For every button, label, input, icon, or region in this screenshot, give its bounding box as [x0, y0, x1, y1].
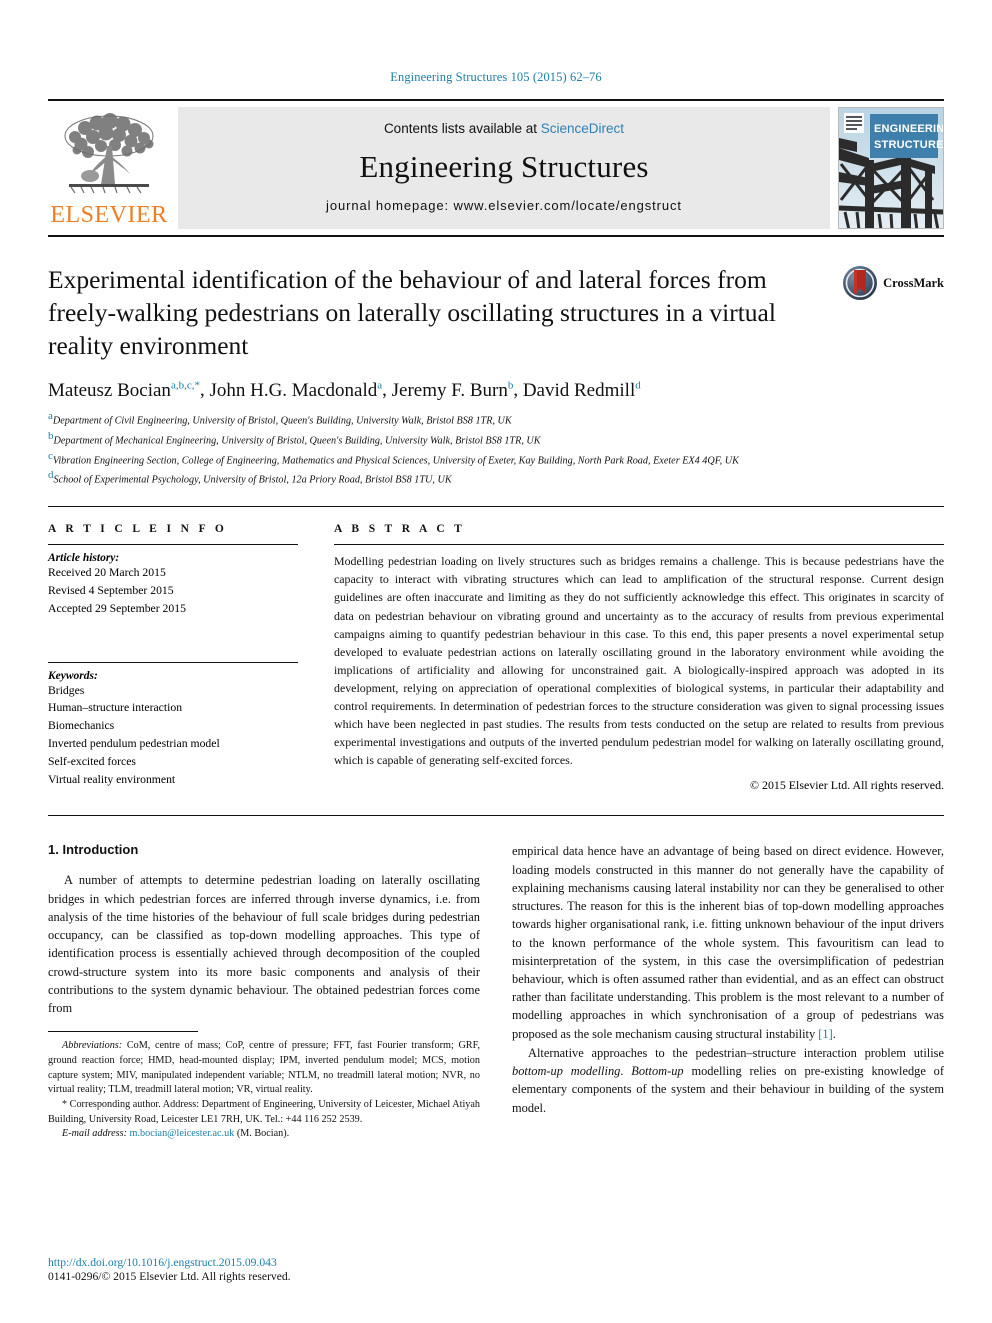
keyword-item: Self-excited forces	[48, 754, 136, 768]
footnote-abbreviations: Abbreviations: CoM, centre of mass; CoP,…	[48, 1039, 480, 1098]
history-received: Received 20 March 2015	[48, 566, 166, 580]
footer-doi-block: http://dx.doi.org/10.1016/j.engstruct.20…	[48, 1256, 478, 1283]
keywords-block: Keywords: Bridges Human–structure intera…	[48, 661, 298, 789]
abstract-text: Modelling pedestrian loading on lively s…	[334, 554, 944, 768]
footnote-divider	[48, 1031, 198, 1033]
author-list: Mateusz Bociana,b,c,*, John H.G. Macdona…	[48, 379, 641, 401]
doi-link[interactable]: http://dx.doi.org/10.1016/j.engstruct.20…	[48, 1256, 478, 1269]
journal-banner: Contents lists available at ScienceDirec…	[178, 107, 830, 229]
keywords-label: Keywords:	[48, 669, 98, 682]
history-revised: Revised 4 September 2015	[48, 584, 174, 598]
author-marks: b	[507, 379, 514, 392]
title-block: CrossMark Experimental identification of…	[48, 263, 944, 488]
abbreviations-label: Abbreviations:	[62, 1040, 123, 1052]
issn-copyright-line: 0141-0296/© 2015 Elsevier Ltd. All right…	[48, 1270, 291, 1283]
body-columns: 1. Introduction A number of attempts to …	[48, 842, 944, 1142]
author-name: Jeremy F. Burn	[391, 379, 508, 401]
article-info-rule	[48, 544, 298, 546]
cover-title-line2: STRUCTURES	[874, 139, 943, 151]
keyword-item: Virtual reality environment	[48, 772, 176, 786]
crossmark-badge[interactable]: CrossMark	[842, 265, 944, 301]
author-item: Mateusz Bociana,b,c,*	[48, 379, 200, 401]
footnote-email: E-mail address: m.bocian@leicester.ac.uk…	[48, 1127, 480, 1142]
email-label: E-mail address:	[62, 1128, 127, 1140]
article-history-label: Article history:	[48, 552, 120, 565]
running-head: Engineering Structures 105 (2015) 62–76	[390, 70, 602, 84]
keyword-item: Biomechanics	[48, 719, 115, 733]
keywords-rule	[48, 661, 298, 663]
affiliation-text: School of Experimental Psychology, Unive…	[53, 474, 452, 486]
paragraph: empirical data hence have an advantage o…	[512, 844, 944, 1041]
elsevier-tree-icon	[64, 113, 154, 194]
abstract-copyright: © 2015 Elsevier Ltd. All rights reserved…	[750, 778, 944, 793]
journal-title: Engineering Structures	[359, 149, 649, 184]
cover-title-line1: ENGINEERING	[874, 123, 943, 135]
section-title-introduction: 1. Introduction	[48, 842, 139, 858]
email-suffix: (M. Bocian).	[234, 1128, 290, 1140]
crossmark-label: CrossMark	[883, 275, 944, 290]
body-column-right: empirical data hence have an advantage o…	[512, 842, 944, 1142]
author-item: David Redmilld	[522, 379, 641, 401]
page-title: Experimental identification of the behav…	[48, 265, 776, 361]
keyword-item: Human–structure interaction	[48, 701, 183, 715]
affiliation-text: Department of Mechanical Engineering, Un…	[53, 435, 541, 447]
abstract-column: A B S T R A C T Modelling pedestrian loa…	[334, 523, 944, 793]
affiliation-text: Department of Civil Engineering, Univers…	[52, 415, 512, 427]
sciencedirect-link[interactable]: ScienceDirect	[541, 121, 624, 136]
body-column-left: 1. Introduction A number of attempts to …	[48, 842, 480, 1142]
cover-art: ENGINEERING STRUCTURES	[839, 108, 943, 228]
affiliation-item: dSchool of Experimental Psychology, Univ…	[48, 468, 944, 488]
affiliation-text: Vibration Engineering Section, College o…	[52, 454, 739, 466]
author-name: David Redmill	[522, 379, 636, 401]
abstract-rule	[334, 544, 944, 546]
author-marks: a,b,c,*	[170, 379, 200, 392]
author-name: John H.G. Macdonald	[209, 379, 378, 401]
author-marks: d	[635, 379, 641, 392]
author-marks: a	[377, 379, 383, 392]
article-info-heading: A R T I C L E I N F O	[48, 523, 228, 536]
paragraph-text-alt: Alternative approaches to the pedestrian…	[512, 1045, 944, 1115]
abstract-body-divider	[48, 815, 944, 817]
elsevier-wordmark: ELSEVIER	[50, 202, 168, 228]
contents-prefix: Contents lists available at	[383, 121, 541, 136]
keyword-item: Bridges	[48, 683, 85, 697]
article-info-column: A R T I C L E I N F O Article history: R…	[48, 523, 334, 793]
paragraph-text: empirical data hence have an advantage o…	[512, 844, 944, 1041]
history-accepted: Accepted 29 September 2015	[48, 601, 186, 615]
info-abstract-section: A R T I C L E I N F O Article history: R…	[48, 507, 944, 793]
affiliation-item: cVibration Engineering Section, College …	[48, 449, 944, 469]
author-item: Jeremy F. Burnb	[391, 379, 514, 401]
elsevier-logo: ELSEVIER	[48, 107, 170, 229]
journal-homepage-link[interactable]: journal homepage: www.elsevier.com/locat…	[326, 198, 682, 213]
affiliation-item: bDepartment of Mechanical Engineering, U…	[48, 429, 944, 449]
paragraph: A number of attempts to determine pedest…	[48, 873, 480, 1016]
affiliation-list: aDepartment of Civil Engineering, Univer…	[48, 409, 944, 489]
reference-link[interactable]: [1]	[818, 1027, 832, 1041]
abstract-heading: A B S T R A C T	[334, 523, 466, 536]
article-page: Engineering Structures 105 (2015) 62–76	[0, 0, 992, 1323]
keyword-item: Inverted pendulum pedestrian model	[48, 736, 220, 750]
author-name: Mateusz Bocian	[48, 379, 171, 401]
footnote-corresponding-author: * Corresponding author. Address: Departm…	[48, 1099, 480, 1125]
affiliation-item: aDepartment of Civil Engineering, Univer…	[48, 409, 944, 429]
author-item: John H.G. Macdonalda	[209, 379, 383, 401]
email-link[interactable]: m.bocian@leicester.ac.uk	[130, 1128, 235, 1139]
contents-available-line: Contents lists available at ScienceDirec…	[384, 121, 624, 136]
journal-masthead: ELSEVIER Contents lists available at Sci…	[48, 99, 944, 237]
crossmark-icon	[843, 266, 878, 300]
paragraph: Alternative approaches to the pedestrian…	[512, 1044, 944, 1117]
journal-cover-thumbnail: ENGINEERING STRUCTURES	[838, 107, 944, 229]
